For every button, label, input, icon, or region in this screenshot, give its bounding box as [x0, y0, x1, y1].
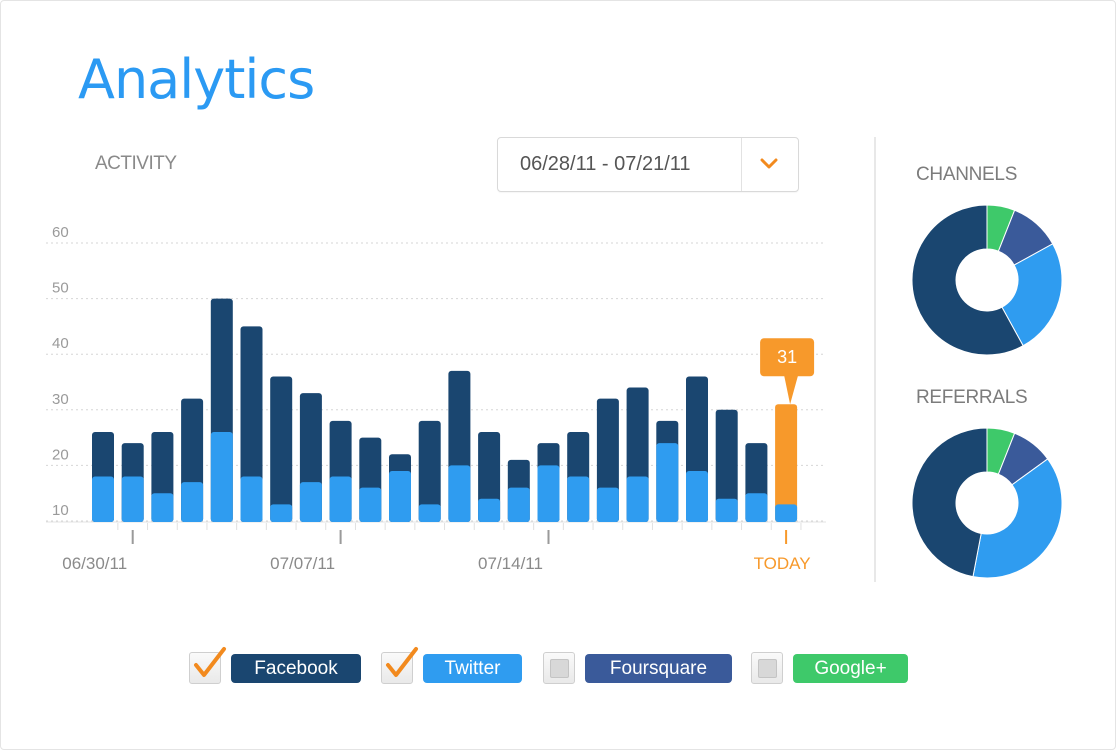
bar-twitter[interactable]: [537, 465, 560, 522]
bar-twitter[interactable]: [656, 443, 679, 522]
bar-twitter[interactable]: [715, 498, 738, 522]
facebook-slice[interactable]: [911, 427, 988, 578]
x-tick-label: 07/07/11: [270, 554, 335, 573]
y-tick-label: 50: [52, 280, 69, 297]
x-tick-label: 07/14/11: [478, 554, 543, 573]
bar-twitter[interactable]: [121, 476, 144, 522]
x-tick-label: 06/30/11: [62, 554, 127, 573]
bar-twitter[interactable]: [567, 476, 590, 522]
google-label: Google+: [793, 654, 908, 683]
bar-twitter[interactable]: [181, 482, 204, 522]
y-tick-label: 60: [52, 224, 69, 241]
checkbox-box: [758, 659, 777, 678]
bar-twitter[interactable]: [359, 487, 382, 522]
bar-twitter[interactable]: [92, 476, 114, 522]
bar-twitter[interactable]: [507, 487, 530, 522]
y-tick-label: 40: [52, 335, 69, 352]
bar-twitter[interactable]: [775, 504, 798, 522]
bar-twitter[interactable]: [270, 504, 293, 522]
y-tick-label: 30: [52, 391, 69, 408]
facebook-checkbox[interactable]: [189, 647, 226, 684]
x-tick-label: TODAY: [754, 554, 811, 573]
bar-twitter[interactable]: [745, 493, 768, 522]
bar-twitter[interactable]: [389, 470, 411, 522]
bar-twitter[interactable]: [240, 476, 263, 522]
bar-total[interactable]: [270, 376, 293, 522]
channels-title: CHANNELS: [916, 164, 1018, 185]
y-tick-label: 10: [52, 502, 69, 519]
highlight-value: 31: [777, 347, 797, 367]
google-checkbox[interactable]: [751, 652, 783, 684]
activity-chart: 60 50 40 30 20 10 31 06/30/11 07/07/11 07/14/11 TO…: [46, 224, 826, 573]
foursquare-label: Foursquare: [585, 654, 732, 683]
bar-twitter[interactable]: [418, 504, 441, 522]
bar-twitter[interactable]: [686, 470, 708, 522]
referrals-donut-chart: [911, 427, 1063, 579]
bar-twitter[interactable]: [626, 476, 649, 522]
y-tick-label: 20: [52, 446, 69, 463]
vertical-divider: [874, 137, 876, 582]
twitter-label: Twitter: [423, 654, 522, 683]
bar-twitter[interactable]: [448, 465, 471, 522]
checkbox-box: [550, 659, 569, 678]
bar-twitter[interactable]: [478, 498, 501, 522]
bar-twitter[interactable]: [210, 432, 233, 522]
bar-twitter[interactable]: [299, 482, 322, 522]
foursquare-checkbox[interactable]: [543, 652, 575, 684]
facebook-label: Facebook: [231, 654, 361, 683]
referrals-title: REFERRALS: [916, 387, 1028, 408]
twitter-checkbox[interactable]: [381, 647, 418, 684]
bar-twitter[interactable]: [596, 487, 619, 522]
bar-twitter[interactable]: [329, 476, 352, 522]
bar-twitter[interactable]: [151, 493, 174, 522]
checkmark-icon: [386, 647, 418, 677]
channels-donut-chart: [911, 204, 1063, 356]
callout-pointer: [784, 375, 799, 405]
checkmark-icon: [194, 647, 226, 677]
